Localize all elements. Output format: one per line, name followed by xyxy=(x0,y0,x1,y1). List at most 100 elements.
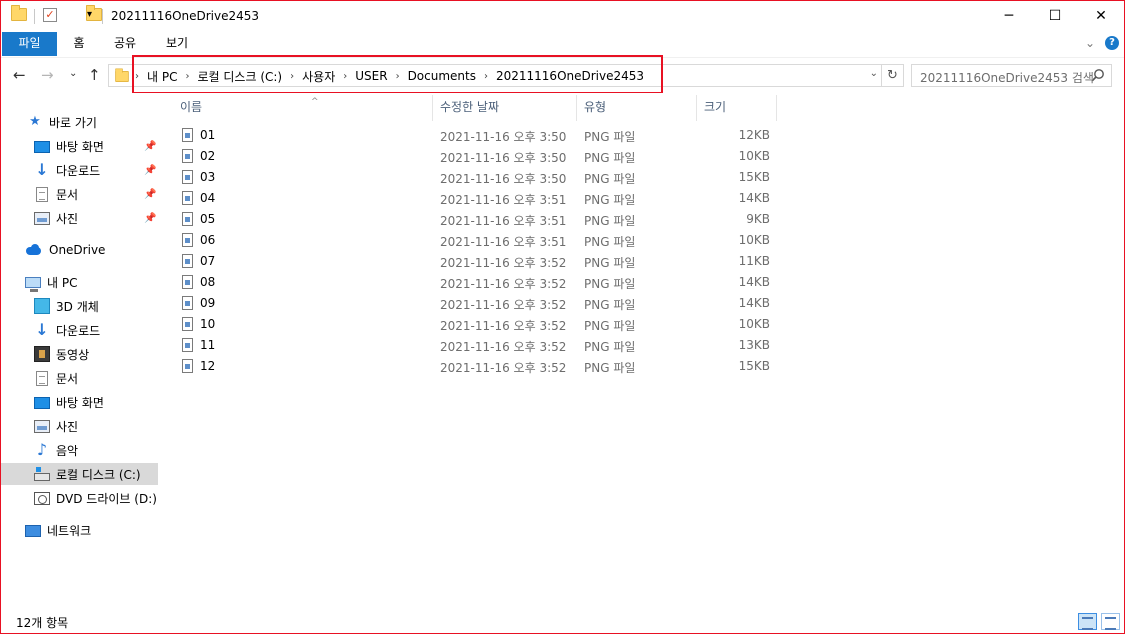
details-view-icon[interactable] xyxy=(1078,613,1097,630)
help-icon[interactable]: ? xyxy=(1105,36,1119,50)
png-file-icon xyxy=(182,275,193,289)
nav-label: 동영상 xyxy=(56,347,90,362)
large-icons-view-icon[interactable] xyxy=(1101,613,1120,630)
minimize-button[interactable]: ─ xyxy=(986,1,1032,32)
nav-downloads[interactable]: ↓ 다운로드 xyxy=(1,319,158,341)
nav-quick-pictures[interactable]: 사진 📌 xyxy=(1,207,158,229)
nav-local-disk[interactable]: 로컬 디스크 (C:) xyxy=(1,463,158,485)
customize-toolbar-icon[interactable]: ▾ xyxy=(87,9,92,27)
table-row[interactable]: 08 2021-11-16 오후 3:52 PNG 파일 14KB xyxy=(176,272,781,293)
status-bar: 12개 항목 xyxy=(1,609,1124,633)
tab-home[interactable]: 홈 xyxy=(63,32,95,56)
up-arrow-icon[interactable]: ↑ xyxy=(88,66,101,84)
column-header-size[interactable]: 크기 xyxy=(697,95,777,121)
file-name: 07 xyxy=(200,254,216,268)
nav-documents[interactable]: 문서 xyxy=(1,367,158,389)
pin-icon[interactable]: 📌 xyxy=(144,189,156,200)
file-type: PNG 파일 xyxy=(584,193,636,207)
file-size: 14KB xyxy=(738,296,770,310)
file-size: 10KB xyxy=(738,317,770,331)
column-header-type[interactable]: 유형 xyxy=(577,95,697,121)
nav-label: 사진 xyxy=(56,211,79,226)
local-disk-icon xyxy=(34,467,50,481)
nav-this-pc[interactable]: 내 PC xyxy=(1,271,158,293)
pin-icon[interactable]: 📌 xyxy=(144,213,156,224)
search-input[interactable]: 20211116OneDrive2453 검색 xyxy=(911,64,1112,87)
table-row[interactable]: 09 2021-11-16 오후 3:52 PNG 파일 14KB xyxy=(176,293,781,314)
ribbon-tabs: 파일 홈 공유 보기 ⌄ ? xyxy=(1,32,1124,56)
column-header-date[interactable]: 수정한 날짜 xyxy=(433,95,577,121)
file-size: 10KB xyxy=(738,149,770,163)
nav-quick-documents[interactable]: 문서 📌 xyxy=(1,183,158,205)
png-file-icon xyxy=(182,233,193,247)
table-row[interactable]: 12 2021-11-16 오후 3:52 PNG 파일 15KB xyxy=(176,356,781,377)
file-name: 05 xyxy=(200,212,216,226)
tab-share[interactable]: 공유 xyxy=(104,32,146,56)
nav-pictures[interactable]: 사진 xyxy=(1,415,158,437)
nav-dvd-drive[interactable]: DVD 드라이브 (D:) xyxy=(1,487,158,509)
column-header-name[interactable]: ^ 이름 xyxy=(173,95,433,121)
folder-icon[interactable] xyxy=(11,5,27,21)
tab-file[interactable]: 파일 xyxy=(2,32,57,56)
dvd-drive-icon xyxy=(34,492,50,505)
desktop-icon xyxy=(34,141,50,153)
table-row[interactable]: 04 2021-11-16 오후 3:51 PNG 파일 14KB xyxy=(176,188,781,209)
breadcrumb-highlight-box xyxy=(132,55,663,94)
document-icon xyxy=(36,370,48,386)
table-row[interactable]: 05 2021-11-16 오후 3:51 PNG 파일 9KB xyxy=(176,209,781,230)
file-name: 01 xyxy=(200,128,216,142)
file-type: PNG 파일 xyxy=(584,130,636,144)
nav-music[interactable]: ♪ 음악 xyxy=(1,439,158,461)
picture-icon xyxy=(34,212,50,225)
pin-icon[interactable]: 📌 xyxy=(144,165,156,176)
table-row[interactable]: 06 2021-11-16 오후 3:51 PNG 파일 10KB xyxy=(176,230,781,251)
title-bar: ✓ ▾ 20211116OneDrive2453 ─ ☐ ✕ xyxy=(1,1,1124,32)
folder-icon xyxy=(115,68,129,83)
file-size: 10KB xyxy=(738,233,770,247)
computer-icon xyxy=(25,277,41,292)
png-file-icon xyxy=(182,254,193,268)
document-icon xyxy=(36,186,48,202)
music-icon: ♪ xyxy=(36,440,48,459)
table-row[interactable]: 03 2021-11-16 오후 3:50 PNG 파일 15KB xyxy=(176,167,781,188)
back-arrow-icon[interactable]: ← xyxy=(13,66,26,84)
file-list: ^ 이름 수정한 날짜 유형 크기 01 2021-11-16 오후 3:50 … xyxy=(161,93,1124,609)
file-type: PNG 파일 xyxy=(584,340,636,354)
properties-icon[interactable]: ✓ xyxy=(43,8,57,22)
table-row[interactable]: 02 2021-11-16 오후 3:50 PNG 파일 10KB xyxy=(176,146,781,167)
close-button[interactable]: ✕ xyxy=(1078,1,1124,32)
refresh-icon[interactable]: ↻ xyxy=(882,64,904,87)
window-title: 20211116OneDrive2453 xyxy=(111,9,260,23)
onedrive-cloud-icon xyxy=(25,242,43,258)
nav-label: 다운로드 xyxy=(56,323,101,338)
table-row[interactable]: 11 2021-11-16 오후 3:52 PNG 파일 13KB xyxy=(176,335,781,356)
nav-3d-objects[interactable]: 3D 개체 xyxy=(1,295,158,317)
file-type: PNG 파일 xyxy=(584,214,636,228)
nav-desktop[interactable]: 바탕 화면 xyxy=(1,391,158,413)
nav-label: DVD 드라이브 (D:) xyxy=(56,491,157,506)
tab-view[interactable]: 보기 xyxy=(156,32,198,56)
file-size: 15KB xyxy=(738,359,770,373)
recent-locations-icon[interactable]: ⌄ xyxy=(69,68,77,79)
nav-onedrive[interactable]: OneDrive xyxy=(1,239,158,261)
nav-videos[interactable]: 동영상 xyxy=(1,343,158,365)
nav-quick-desktop[interactable]: 바탕 화면 📌 xyxy=(1,135,158,157)
nav-quick-downloads[interactable]: ↓ 다운로드 📌 xyxy=(1,159,158,181)
pin-icon[interactable]: 📌 xyxy=(144,141,156,152)
table-row[interactable]: 10 2021-11-16 오후 3:52 PNG 파일 10KB xyxy=(176,314,781,335)
file-size: 14KB xyxy=(738,191,770,205)
maximize-button[interactable]: ☐ xyxy=(1032,1,1078,32)
table-row[interactable]: 01 2021-11-16 오후 3:50 PNG 파일 12KB xyxy=(176,125,781,146)
file-name: 09 xyxy=(200,296,216,310)
chevron-down-icon[interactable]: ⌄ xyxy=(1085,36,1095,50)
png-file-icon xyxy=(182,191,193,205)
nav-quick-access[interactable]: ★ 바로 가기 xyxy=(1,111,158,133)
nav-label: 내 PC xyxy=(47,275,78,290)
address-dropdown-icon[interactable]: ⌄ xyxy=(870,68,878,79)
nav-network[interactable]: 네트워크 xyxy=(1,519,158,541)
navigation-pane: ★ 바로 가기 바탕 화면 📌 ↓ 다운로드 📌 문서 📌 사진 📌 OneDr… xyxy=(1,93,161,609)
nav-label: 다운로드 xyxy=(56,163,101,178)
search-icon[interactable] xyxy=(1091,68,1105,82)
forward-arrow-icon[interactable]: → xyxy=(41,66,54,84)
table-row[interactable]: 07 2021-11-16 오후 3:52 PNG 파일 11KB xyxy=(176,251,781,272)
